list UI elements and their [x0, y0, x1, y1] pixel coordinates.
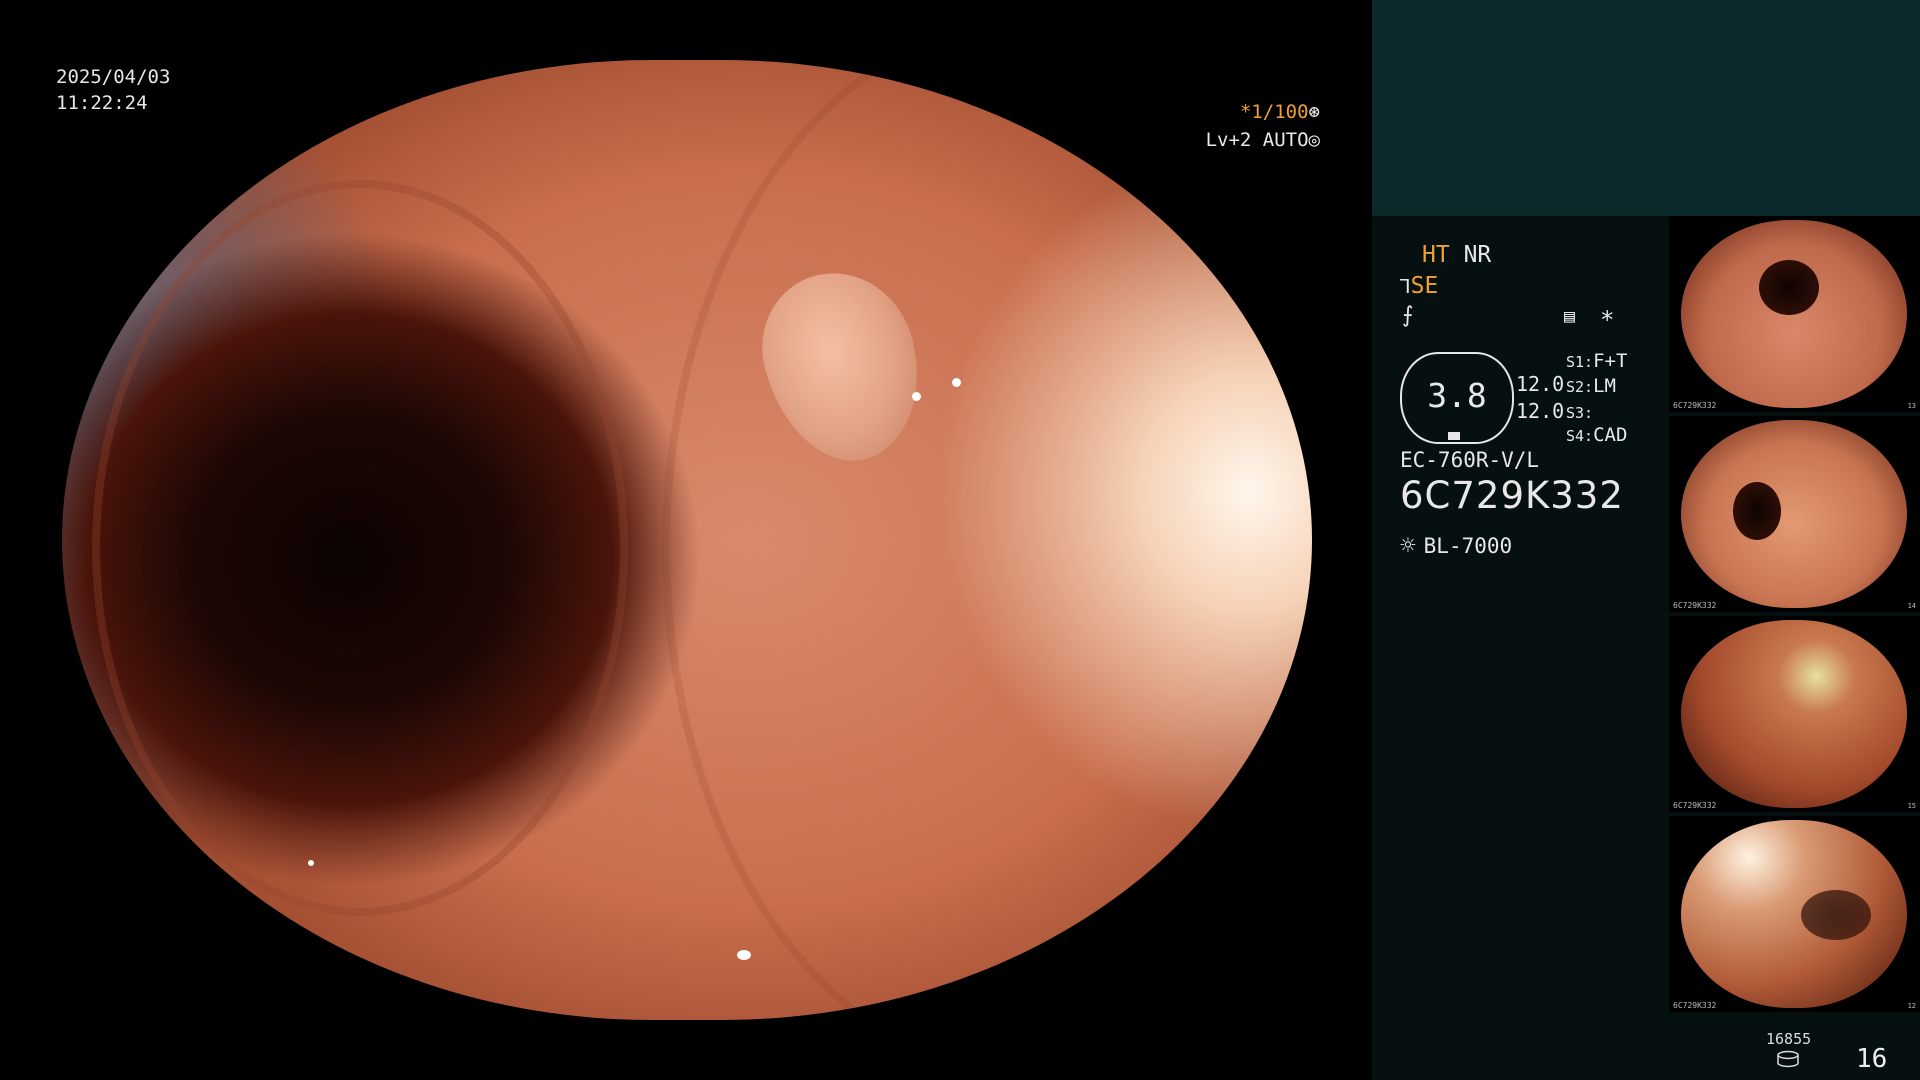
ht-nr-row: HT NR — [1422, 242, 1491, 268]
light-reflection — [308, 860, 314, 866]
mode-value: AUTO — [1262, 129, 1309, 151]
s2-value: LM — [1593, 375, 1616, 397]
se-label: SE — [1410, 273, 1439, 299]
s4-value: CAD — [1593, 424, 1628, 446]
nr-label: NR — [1463, 242, 1492, 268]
image-count: 16 — [1856, 1044, 1888, 1074]
captured-thumbnail[interactable]: 6C729K332 13 — [1669, 216, 1920, 412]
shutter-row: *1/100⊛ — [1175, 98, 1320, 126]
s1-label: S1: — [1566, 353, 1594, 371]
thumbnail-image — [1681, 420, 1907, 608]
captured-thumbnail[interactable]: 6C729K332 12 — [1669, 816, 1920, 1012]
color-mode-icon: ⨍ — [1402, 303, 1414, 328]
thumbnail-image — [1681, 620, 1907, 808]
thumbnail-caption: 6C729K332 — [1673, 1001, 1717, 1010]
endoscope-live-view: 2025/04/03 11:22:24 *1/100⊛ Lv+2 AUTO◎ — [0, 0, 1372, 1080]
iris-icon: ◎ — [1308, 129, 1320, 151]
gauge-value: 3.8 — [1427, 376, 1487, 415]
s4-row: S4:CAD — [1566, 424, 1627, 446]
scope-model: EC-760R-V/L — [1400, 448, 1540, 472]
lumen — [1733, 482, 1781, 540]
captured-thumbnail[interactable]: 6C729K332 15 — [1669, 616, 1920, 812]
aperture-icon: ⊛ — [1308, 101, 1320, 123]
date-text: 2025/04/03 — [56, 66, 171, 88]
lumen — [1759, 260, 1819, 315]
value-1: 12.0 — [1516, 372, 1565, 396]
thumbnail-index: 13 — [1907, 402, 1916, 410]
thumbnail-index: 12 — [1907, 1002, 1916, 1010]
thumbnail-image — [1681, 220, 1907, 408]
storage-count: 16855 — [1766, 1030, 1812, 1048]
gauge-marker — [1448, 432, 1460, 440]
thumbnail-caption: 6C729K332 — [1673, 801, 1717, 810]
scope-serial: 6C729K332 — [1400, 474, 1624, 517]
zoom-gauge: 3.8 — [1400, 352, 1514, 444]
mucosal-fold — [92, 180, 628, 916]
menu-icon: ▤ — [1564, 306, 1575, 327]
database-icon — [1777, 1050, 1799, 1068]
light-reflection — [952, 378, 961, 387]
s1-value: F+T — [1593, 350, 1628, 372]
thumbnail-index: 14 — [1907, 602, 1916, 610]
light-source-row: ☼ BL-7000 — [1400, 531, 1512, 561]
s3-row: S3: — [1566, 401, 1593, 423]
time-text: 11:22:24 — [56, 92, 148, 114]
ht-label: HT — [1422, 242, 1450, 268]
datetime-overlay: 2025/04/03 11:22:24 — [56, 64, 170, 116]
structure-enhance-icon: ⅂ — [1400, 276, 1411, 298]
se-row: ⅂SE — [1400, 273, 1438, 299]
s2-row: S2:LM — [1566, 375, 1616, 397]
light-source-model: BL-7000 — [1423, 534, 1513, 558]
s3-label: S3: — [1566, 404, 1594, 422]
asterisk-mark: * — [1600, 306, 1615, 334]
endoscopic-image — [62, 60, 1312, 1020]
light-source-icon: ☼ — [1400, 531, 1416, 561]
side-panel-header — [1372, 0, 1920, 216]
s4-label: S4: — [1566, 427, 1594, 445]
s1-row: S1:F+T — [1566, 350, 1627, 372]
level-row: Lv+2 AUTO◎ — [1175, 126, 1320, 154]
level-value: Lv+2 — [1205, 129, 1252, 151]
light-reflection — [912, 392, 921, 401]
s2-label: S2: — [1566, 378, 1594, 396]
thumbnail-image — [1681, 820, 1907, 1008]
lumen — [1801, 890, 1871, 940]
light-reflection — [737, 950, 751, 960]
shutter-value: *1/100 — [1239, 101, 1309, 123]
thumbnail-caption: 6C729K332 — [1673, 401, 1717, 410]
captured-thumbnail[interactable]: 6C729K332 14 — [1669, 416, 1920, 612]
value-2: 12.0 — [1516, 399, 1565, 423]
thumbnail-caption: 6C729K332 — [1673, 601, 1717, 610]
thumbnail-index: 15 — [1907, 802, 1916, 810]
exposure-info: *1/100⊛ Lv+2 AUTO◎ — [1175, 98, 1320, 154]
side-panel: HT NR ⅂SE ⨍ ▤ * 3.8 12.0 12.0 S1:F+T S2:… — [1372, 0, 1920, 1080]
mucosal-fold — [662, 60, 1312, 1020]
